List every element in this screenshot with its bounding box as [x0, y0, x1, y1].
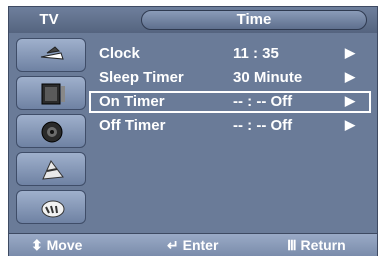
menu-item-clock[interactable]: Clock 11 : 35 ▶ — [93, 43, 373, 65]
setup-icon — [41, 200, 65, 218]
menu-item-label: Sleep Timer — [99, 69, 184, 86]
time-menu: Clock 11 : 35 ▶ Sleep Timer 30 Minute ▶ … — [89, 43, 371, 173]
return-label: Return — [300, 237, 346, 253]
menu-item-on-timer[interactable]: On Timer -- : -- Off ▶ — [89, 91, 371, 113]
updown-arrows-icon: ⬍ — [31, 237, 43, 253]
channel-icon — [42, 160, 64, 180]
menu-item-sleep-timer[interactable]: Sleep Timer 30 Minute ▶ — [93, 67, 373, 89]
menu-item-value: -- : -- Off — [233, 117, 293, 134]
sidebar-item-setup[interactable] — [16, 190, 86, 224]
move-label: Move — [46, 237, 83, 253]
category-sidebar — [12, 36, 88, 232]
enter-hint: ↵ Enter — [167, 237, 218, 254]
menu-item-label: On Timer — [99, 93, 165, 110]
top-bar: TV Time — [9, 7, 377, 33]
picture-icon — [41, 83, 65, 105]
sidebar-item-channel[interactable] — [16, 152, 86, 186]
chevron-right-icon: ▶ — [345, 69, 355, 84]
menu-item-value: -- : -- Off — [233, 93, 293, 110]
chevron-right-icon: ▶ — [345, 117, 355, 132]
source-label: TV — [39, 11, 59, 28]
sidebar-item-sound[interactable] — [16, 114, 86, 148]
chevron-right-icon: ▶ — [345, 45, 355, 60]
move-hint: ⬍ Move — [31, 237, 82, 254]
chevron-right-icon: ▶ — [345, 93, 355, 108]
menu-item-value: 11 : 35 — [233, 45, 279, 62]
antenna-icon — [40, 46, 64, 60]
return-icon: Ⅲ — [287, 237, 297, 253]
speaker-icon — [41, 121, 63, 143]
menu-item-label: Off Timer — [99, 117, 166, 134]
tv-osd-window: TV Time Clock 11: 35 ▶ Sleep Timer 30 M… — [8, 6, 378, 256]
enter-icon: ↵ — [167, 237, 179, 253]
bottom-hint-bar: ⬍ Move ↵ Enter Ⅲ Return — [9, 233, 377, 256]
menu-item-label: Clock — [99, 45, 140, 62]
menu-item-value: 30 Minute — [233, 69, 303, 86]
enter-label: Enter — [182, 237, 219, 253]
sidebar-item-input[interactable] — [16, 38, 86, 72]
sidebar-item-picture[interactable] — [16, 76, 86, 110]
menu-item-off-timer[interactable]: Off Timer -- : -- Off ▶ — [93, 115, 373, 137]
return-hint: Ⅲ Return — [287, 237, 346, 254]
menu-title: Time — [141, 10, 367, 30]
